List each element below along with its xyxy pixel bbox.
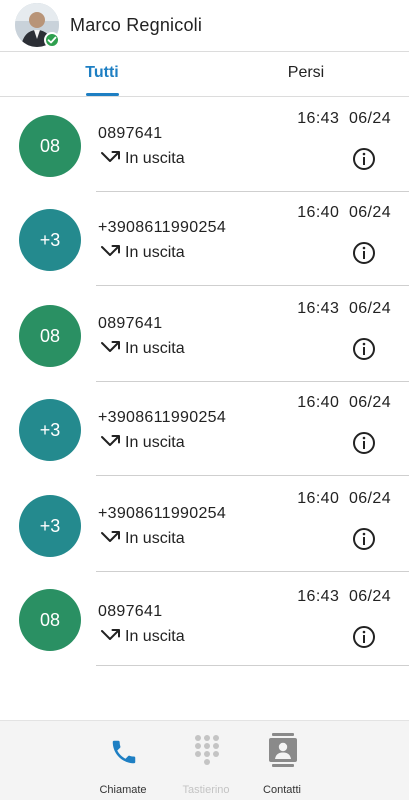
info-icon: [353, 338, 375, 360]
call-direction: In uscita: [100, 150, 185, 168]
call-row[interactable]: +3 +3908611990254 In uscita 16:40 06/24: [0, 382, 409, 476]
caller-avatar: +3: [19, 209, 81, 271]
dialpad-icon: [195, 735, 219, 765]
call-timestamp: 16:40 06/24: [297, 394, 391, 411]
nav-label-chiamate: Chiamate: [99, 784, 147, 796]
caller-number: +3908611990254: [98, 409, 227, 426]
caller-number: 0897641: [98, 125, 163, 142]
call-info-button[interactable]: [352, 625, 376, 649]
info-icon: [353, 626, 375, 648]
call-direction: In uscita: [100, 628, 185, 646]
active-tab-indicator: [86, 93, 119, 96]
nav-label-contatti: Contatti: [263, 784, 301, 796]
caller-number: +3908611990254: [98, 219, 227, 236]
call-row[interactable]: +3 +3908611990254 In uscita 16:40 06/24: [0, 478, 409, 572]
caller-avatar: +3: [19, 399, 81, 461]
bottom-navigation: Chiamate Tastierino Contatti: [0, 720, 409, 800]
contacts-icon: [269, 733, 297, 767]
caller-number: 0897641: [98, 315, 163, 332]
call-direction-label: In uscita: [125, 628, 185, 645]
call-timestamp: 16:43 06/24: [297, 300, 391, 317]
call-direction-label: In uscita: [125, 340, 185, 357]
outgoing-call-icon: [101, 341, 120, 352]
info-icon: [353, 148, 375, 170]
app-header: Marco Regnicoli: [0, 0, 409, 52]
call-direction: In uscita: [100, 530, 185, 548]
call-timestamp: 16:40 06/24: [297, 490, 391, 507]
nav-contatti[interactable]: Contatti: [237, 721, 327, 800]
outgoing-call-icon: [101, 151, 120, 162]
caller-number: 0897641: [98, 603, 163, 620]
call-info-button[interactable]: [352, 241, 376, 265]
row-divider: [96, 475, 409, 476]
caller-avatar: 08: [19, 115, 81, 177]
outgoing-call-icon: [101, 245, 120, 256]
row-divider: [96, 285, 409, 286]
presence-check-icon: [44, 32, 60, 48]
outgoing-call-icon: [101, 531, 120, 542]
tab-tutti[interactable]: Tutti: [0, 52, 204, 97]
call-timestamp: 16:43 06/24: [297, 588, 391, 605]
outgoing-call-icon: [101, 435, 120, 446]
info-icon: [353, 528, 375, 550]
call-direction-label: In uscita: [125, 434, 185, 451]
call-row[interactable]: 08 0897641 In uscita 16:43 06/24: [0, 572, 409, 666]
call-info-button[interactable]: [352, 431, 376, 455]
outgoing-call-icon: [101, 629, 120, 640]
user-name: Marco Regnicoli: [70, 15, 203, 35]
call-info-button[interactable]: [352, 337, 376, 361]
call-filter-tabs: Tutti Persi: [0, 52, 409, 97]
caller-avatar: 08: [19, 589, 81, 651]
info-icon: [353, 432, 375, 454]
call-direction-label: In uscita: [125, 150, 185, 167]
info-icon: [353, 242, 375, 264]
caller-avatar: 08: [19, 305, 81, 367]
call-direction: In uscita: [100, 434, 185, 452]
call-timestamp: 16:43 06/24: [297, 110, 391, 127]
call-row[interactable]: +3 +3908611990254 In uscita 16:40 06/24: [0, 192, 409, 286]
call-direction: In uscita: [100, 340, 185, 358]
tab-persi[interactable]: Persi: [204, 52, 408, 97]
phone-icon: [112, 740, 136, 764]
call-info-button[interactable]: [352, 147, 376, 171]
call-row[interactable]: 08 0897641 In uscita 16:43 06/24: [0, 98, 409, 192]
call-direction-label: In uscita: [125, 244, 185, 261]
caller-number: +3908611990254: [98, 505, 227, 522]
call-direction-label: In uscita: [125, 530, 185, 547]
row-divider: [96, 665, 409, 666]
caller-avatar: +3: [19, 495, 81, 557]
call-direction: In uscita: [100, 244, 185, 262]
nav-chiamate[interactable]: Chiamate: [78, 721, 168, 800]
call-row[interactable]: 08 0897641 In uscita 16:43 06/24: [0, 288, 409, 382]
call-info-button[interactable]: [352, 527, 376, 551]
call-timestamp: 16:40 06/24: [297, 204, 391, 221]
